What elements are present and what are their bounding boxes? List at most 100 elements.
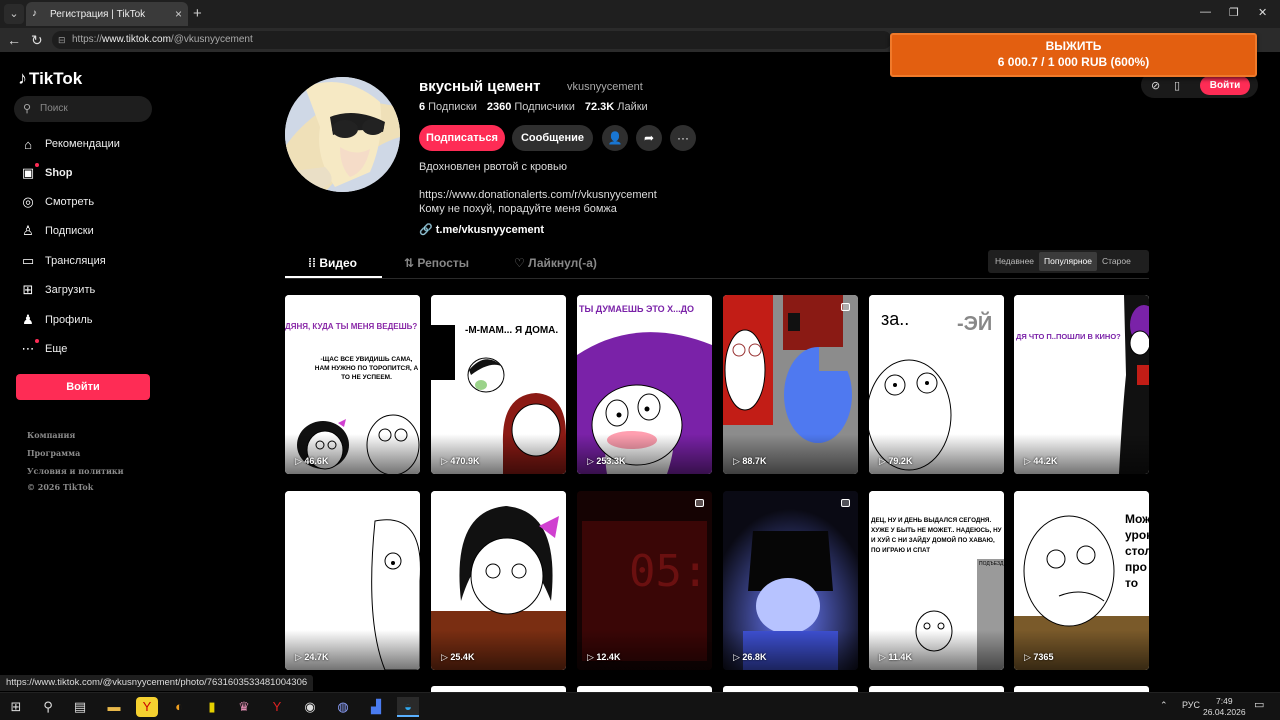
phone-icon[interactable]: ▯	[1174, 79, 1180, 92]
message-button[interactable]: Сообщение	[512, 125, 593, 151]
view-count: ▷ 79.2K	[879, 456, 913, 466]
more-options-icon[interactable]: ···	[670, 125, 696, 151]
search-input[interactable]: ⚲ Поиск	[14, 96, 152, 122]
app-icon[interactable]: ♛	[233, 697, 255, 717]
sort-oldest[interactable]: Старое	[1097, 252, 1136, 271]
video-card[interactable]: ДЯ ЧТО П..ПОШЛИ В КИНО? ▷ 44.2K	[1014, 295, 1149, 474]
url-field[interactable]: ⊟ https://www.tiktok.com/@vkusnyycement	[52, 31, 892, 49]
sidebar-item-explore[interactable]: ◎ Смотреть	[18, 191, 94, 213]
sort-toggle: Недавнее Популярное Старое	[988, 250, 1149, 273]
discord-icon[interactable]: ◍	[332, 697, 354, 717]
search-placeholder: Поиск	[40, 103, 68, 114]
keyboard-language[interactable]: РУС	[1182, 700, 1200, 710]
upload-plus-icon: ⊞	[22, 282, 34, 297]
video-card[interactable]: ▷ 24.7K	[285, 491, 420, 670]
tab-title: Регистрация | TikTok	[50, 8, 146, 20]
stats-icon[interactable]: ▟	[365, 697, 387, 717]
close-window-icon[interactable]: ✕	[1258, 6, 1267, 19]
video-card[interactable]: ▷ 25.4K	[431, 491, 566, 670]
app-icon[interactable]: ◐	[168, 697, 190, 717]
browser-tab[interactable]: ♪ Регистрация | TikTok ×	[26, 2, 188, 26]
footer-program-link[interactable]: Программа	[27, 448, 80, 458]
photo-carousel-icon	[841, 499, 850, 507]
reload-icon[interactable]: ↻	[31, 30, 43, 50]
sidebar-item-label: Подписки	[45, 225, 94, 237]
tab-liked[interactable]: ♡ Лайкнул(-а)	[514, 256, 597, 270]
video-card[interactable]: -М-МАМ... Я ДОМА. ▷ 470.9K	[431, 295, 566, 474]
sidebar-item-label: Смотреть	[45, 196, 95, 208]
view-count: ▷ 7365	[1024, 652, 1054, 662]
site-info-icon[interactable]: ⊟	[58, 31, 66, 49]
tray-chevron-icon[interactable]: ⌃	[1160, 700, 1168, 711]
add-friend-icon[interactable]: 👤	[602, 125, 628, 151]
file-explorer-icon[interactable]: ▬	[103, 697, 125, 717]
view-count: ▷ 46.6K	[295, 456, 329, 466]
video-card[interactable]: ДЯНЯ, КУДА ТЫ МЕНЯ ВЕДЕШЬ? -ЩАС ВСЕ УВИД…	[285, 295, 420, 474]
video-caption-2: ПОДЪЕЗД	[979, 561, 1004, 567]
video-card[interactable]: ▷ 26.8K	[723, 491, 858, 670]
clock-date: 26.04.2026	[1203, 707, 1246, 717]
followers-label: Подписчики	[514, 101, 575, 113]
view-count: ▷ 253.3K	[587, 456, 626, 466]
followers-count: 2360	[486, 101, 512, 113]
sort-popular[interactable]: Популярное	[1039, 252, 1097, 271]
sidebar-item-recommendations[interactable]: ⌂ Рекомендации	[18, 133, 120, 155]
video-card[interactable]: ▷ 88.7K	[723, 295, 858, 474]
sidebar-item-live[interactable]: ▭ Трансляция	[18, 250, 106, 272]
followers-stat[interactable]: 2360 Подписчики	[487, 101, 575, 113]
sidebar-item-label: Загрузить	[45, 284, 96, 296]
video-card[interactable]: 05: ▷ 12.4K	[577, 491, 712, 670]
tab-videos[interactable]: ⁞⁞ Видео	[308, 256, 357, 270]
yandex-icon[interactable]: Y	[266, 697, 288, 717]
edge-browser-icon[interactable]: ◒	[397, 697, 419, 717]
tab-divider	[285, 278, 1149, 279]
footer-terms-link[interactable]: Условия и политики	[27, 466, 124, 476]
tiktok-logo[interactable]: ♪ TikTok	[18, 68, 82, 89]
sort-latest[interactable]: Недавнее	[990, 252, 1039, 271]
task-view-icon[interactable]: ▤	[69, 697, 91, 717]
view-count: ▷ 12.4K	[587, 652, 621, 662]
compass-icon[interactable]: ⊘	[1151, 79, 1160, 92]
tab-reposts[interactable]: ⇅ Репосты	[404, 256, 469, 270]
profile-link[interactable]: 🔗 t.me/vkusnyycement	[419, 223, 544, 236]
yandex-browser-icon[interactable]: Y	[136, 697, 158, 717]
header-login-button[interactable]: Войти	[1200, 76, 1250, 95]
photo-carousel-icon	[841, 303, 850, 311]
url-prefix: https://	[72, 34, 103, 45]
video-card[interactable]: за.. -ЭЙ ▷ 79.2K	[869, 295, 1004, 474]
sidebar-item-following[interactable]: ♙ Подписки	[18, 220, 94, 242]
footer-company-link[interactable]: Компания	[27, 430, 75, 440]
minimize-icon[interactable]: —	[1200, 6, 1211, 18]
sidebar-item-label: Профиль	[45, 314, 93, 326]
heart-lock-icon: ♡	[514, 256, 529, 270]
close-tab-icon[interactable]: ×	[175, 7, 182, 21]
back-icon[interactable]: ←	[7, 30, 21, 50]
sidebar-login-button[interactable]: Войти	[16, 374, 150, 400]
sidebar-item-more[interactable]: ⋯ Еще	[18, 338, 67, 360]
follow-button[interactable]: Подписаться	[419, 125, 505, 151]
sidebar-item-label: Shop	[45, 167, 73, 179]
home-icon: ⌂	[24, 136, 32, 152]
sidebar-item-upload[interactable]: ⊞ Загрузить	[18, 279, 96, 301]
maximize-icon[interactable]: ❐	[1229, 6, 1239, 19]
share-icon[interactable]: ➦	[636, 125, 662, 151]
view-count: ▷ 44.2K	[1024, 456, 1058, 466]
status-url-preview: https://www.tiktok.com/@vkusnyycement/ph…	[0, 675, 314, 691]
tab-list-chevron-icon[interactable]: ⌄	[4, 4, 24, 24]
video-caption: 05:	[629, 546, 709, 597]
browser-tab-bar: ⌄ ♪ Регистрация | TikTok × + — ❐ ✕	[0, 0, 1280, 28]
new-tab-icon[interactable]: +	[193, 4, 202, 24]
obs-icon[interactable]: ◉	[299, 697, 321, 717]
search-icon[interactable]: ⚲	[37, 697, 59, 717]
video-card[interactable]: ДЕЦ, НУ И ДЕНЬ ВЫДАЛСЯ СЕГОДНЯ. ХУЖЕ У Б…	[869, 491, 1004, 670]
system-clock[interactable]: 7:49 26.04.2026	[1203, 696, 1246, 718]
following-stat[interactable]: 6 Подписки	[419, 101, 477, 113]
sidebar-item-profile[interactable]: ♟ Профиль	[18, 309, 93, 331]
app-icon[interactable]: ▮	[201, 697, 223, 717]
sidebar-item-shop[interactable]: ▣ Shop	[18, 162, 73, 184]
notifications-icon[interactable]: ▭	[1254, 698, 1264, 711]
windows-start-icon[interactable]: ⊞	[5, 697, 27, 717]
video-card[interactable]: ТЫ ДУМАЕШЬ ЭТО Х...ДО ▷ 253.3K	[577, 295, 712, 474]
clock-time: 7:49	[1216, 696, 1233, 706]
video-card[interactable]: Мож урок стол про то ▷ 7365	[1014, 491, 1149, 670]
